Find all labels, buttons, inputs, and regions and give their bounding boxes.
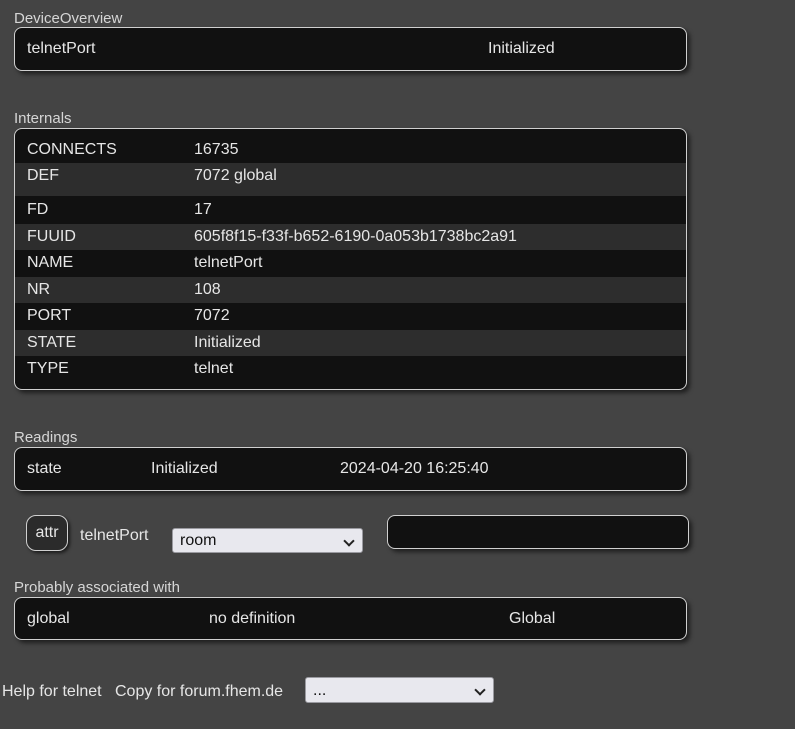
internal-key: STATE (27, 334, 77, 351)
device-overview-row: telnetPort Initialized (15, 36, 686, 62)
attr-button[interactable]: attr (26, 515, 68, 551)
footer-select-value: ... (313, 682, 327, 699)
internal-value: 7072 global (194, 167, 277, 184)
internals-title: Internals (14, 110, 72, 127)
table-row: FD 17 (15, 196, 686, 224)
associated-device-link[interactable]: global (27, 606, 70, 632)
internal-key: DEF (27, 167, 59, 184)
internal-key: CONNECTS (27, 141, 117, 158)
footer-select[interactable]: ... (305, 677, 494, 703)
readings-title: Readings (14, 429, 78, 446)
internal-value: 605f8f15-f33f-b652-6190-0a053b1738bc2a91 (194, 228, 517, 245)
reading-timestamp: 2024-04-20 16:25:40 (340, 460, 489, 477)
internal-key: FUUID (27, 228, 76, 245)
attr-select-value: room (180, 532, 217, 549)
internal-value: telnetPort (194, 254, 263, 271)
associated-type: Global (509, 610, 556, 627)
internal-value: 17 (194, 201, 212, 218)
chevron-down-icon (474, 684, 486, 696)
internal-value: 108 (194, 281, 221, 298)
attr-value-input[interactable] (387, 515, 689, 549)
table-row: TYPE telnet (15, 356, 686, 383)
table-row: global no definition Global (15, 606, 686, 632)
table-row: NAME telnetPort (15, 250, 686, 277)
internal-key: NAME (27, 254, 74, 271)
attr-device-name: telnetPort (80, 527, 149, 544)
table-row: FUUID 605f8f15-f33f-b652-6190-0a053b1738… (15, 224, 686, 250)
device-overview-panel: telnetPort Initialized (14, 27, 687, 71)
table-row: CONNECTS 16735 (15, 137, 686, 163)
associated-title: Probably associated with (14, 579, 180, 596)
chevron-down-icon (343, 535, 355, 547)
device-overview-title: DeviceOverview (14, 10, 123, 27)
internal-key: NR (27, 281, 51, 298)
reading-name: state (27, 460, 62, 477)
help-link[interactable]: Help for telnet (2, 683, 102, 701)
internal-value: 7072 (194, 307, 230, 324)
device-state: Initialized (488, 40, 555, 57)
table-row: NR 108 (15, 277, 686, 303)
internal-key: PORT (27, 307, 72, 324)
internal-key: TYPE (27, 360, 69, 377)
table-row: state Initialized 2024-04-20 16:25:40 (15, 456, 686, 482)
internals-panel: CONNECTS 16735 DEF 7072 global FD 17 FUU… (14, 128, 687, 390)
table-row: STATE Initialized (15, 330, 686, 356)
internal-value: telnet (194, 360, 234, 377)
associated-panel: global no definition Global (14, 597, 687, 640)
internal-value: Initialized (194, 334, 261, 351)
table-row: DEF 7072 global (15, 163, 686, 196)
associated-definition: no definition (209, 610, 296, 627)
copy-forum-link[interactable]: Copy for forum.fhem.de (115, 683, 283, 701)
internal-key: FD (27, 201, 49, 218)
table-row: PORT 7072 (15, 303, 686, 330)
attr-select[interactable]: room (172, 528, 363, 553)
reading-value: Initialized (151, 460, 218, 477)
device-name-link[interactable]: telnetPort (27, 36, 95, 62)
internal-value: 16735 (194, 141, 239, 158)
readings-panel: state Initialized 2024-04-20 16:25:40 (14, 447, 687, 491)
